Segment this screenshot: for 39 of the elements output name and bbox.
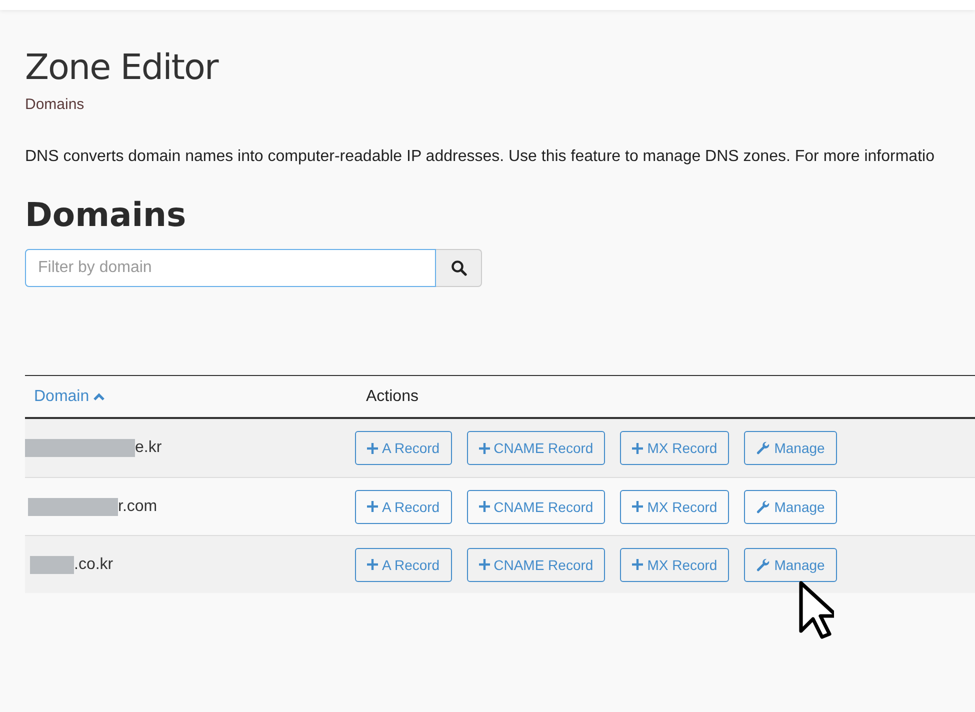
description-text: DNS converts domain names into computer-readable IP addresses. Use this feature to manage DNS zones. For more informatio [25,147,936,167]
wrench-icon [756,558,770,572]
plus-icon [478,442,490,454]
add-record-button[interactable]: CNAME Record [466,490,606,524]
wrench-icon [756,441,770,455]
plus-icon [632,501,644,512]
add-record-button[interactable]: A Record [355,431,452,465]
manage-button[interactable]: Manage [744,548,837,582]
wrench-icon [756,500,770,514]
add-record-button[interactable]: MX Record [620,431,730,465]
domain-name: r.com [118,498,158,516]
add-record-button[interactable]: CNAME Record [466,431,606,465]
search-icon [450,260,466,276]
manage-button[interactable]: Manage [744,431,837,465]
add-record-button[interactable]: A Record [355,490,452,524]
plus-icon [367,501,378,512]
plus-icon [478,501,490,512]
plus-icon [632,559,644,570]
chevron-up-icon [93,392,106,401]
domain-name: e.kr [135,439,162,457]
add-record-button[interactable]: A Record [355,548,452,582]
section-title: Domains [25,195,188,235]
pointer-cursor-icon [798,580,834,640]
column-sort-link[interactable]: Domain [34,388,106,406]
plus-icon [367,559,378,570]
page-title: Zone Editor [25,48,220,88]
domain-name: .co.kr [74,556,114,574]
filter-field[interactable]: Filter by domain [25,249,436,287]
column-header: Actions [366,388,418,406]
add-record-button[interactable]: MX Record [620,490,730,524]
manage-button[interactable]: Manage [744,490,837,524]
add-record-button[interactable]: MX Record [620,548,730,582]
plus-icon [632,442,644,454]
search-button[interactable] [436,249,482,287]
plus-icon [367,442,378,454]
breadcrumb: Domains [25,95,86,115]
plus-icon [478,559,490,570]
add-record-button[interactable]: CNAME Record [466,548,606,582]
redaction-block [30,556,74,574]
